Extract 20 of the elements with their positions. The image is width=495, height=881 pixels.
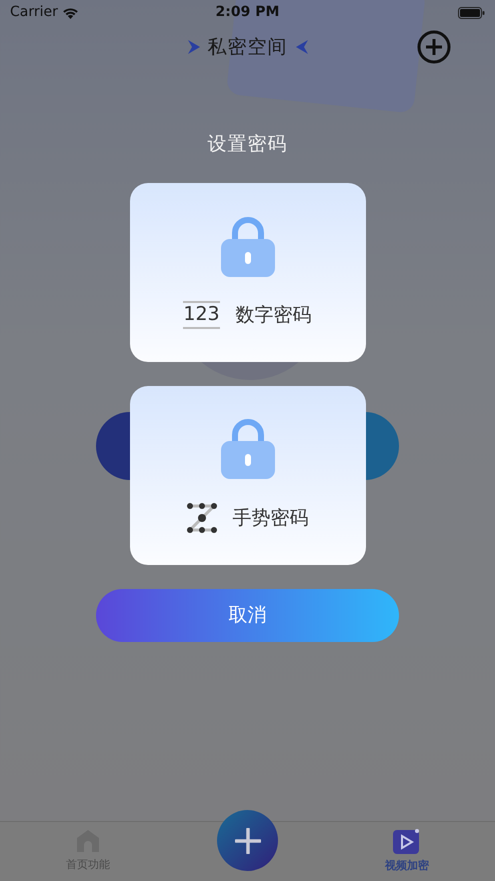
chevron-icon bbox=[296, 40, 308, 54]
password-option-card[interactable]: 手势密码 bbox=[130, 386, 366, 564]
cancel-button[interactable]: 取消 bbox=[96, 588, 399, 642]
video-icon bbox=[393, 828, 421, 854]
wifi-icon bbox=[62, 6, 79, 18]
option-label: 数字密码 bbox=[236, 302, 312, 328]
tab-item[interactable]: 视频加密 bbox=[327, 828, 487, 875]
plus-icon bbox=[234, 828, 260, 854]
add-icon[interactable] bbox=[417, 30, 451, 64]
password-option-card[interactable]: 123 数字密码 bbox=[130, 182, 366, 362]
lock-icon bbox=[220, 214, 274, 277]
option-label: 手势密码 bbox=[232, 506, 308, 531]
status-time: 2:09 PM bbox=[216, 3, 280, 22]
carrier-text: Carrier bbox=[10, 3, 58, 22]
dialog-title: 设置密码 bbox=[208, 132, 288, 157]
page-title: 私密空间 bbox=[208, 34, 288, 60]
lock-icon bbox=[220, 417, 274, 479]
chevron-icon bbox=[188, 40, 200, 54]
gesture-pattern-icon bbox=[186, 503, 216, 533]
battery-icon bbox=[458, 6, 485, 18]
